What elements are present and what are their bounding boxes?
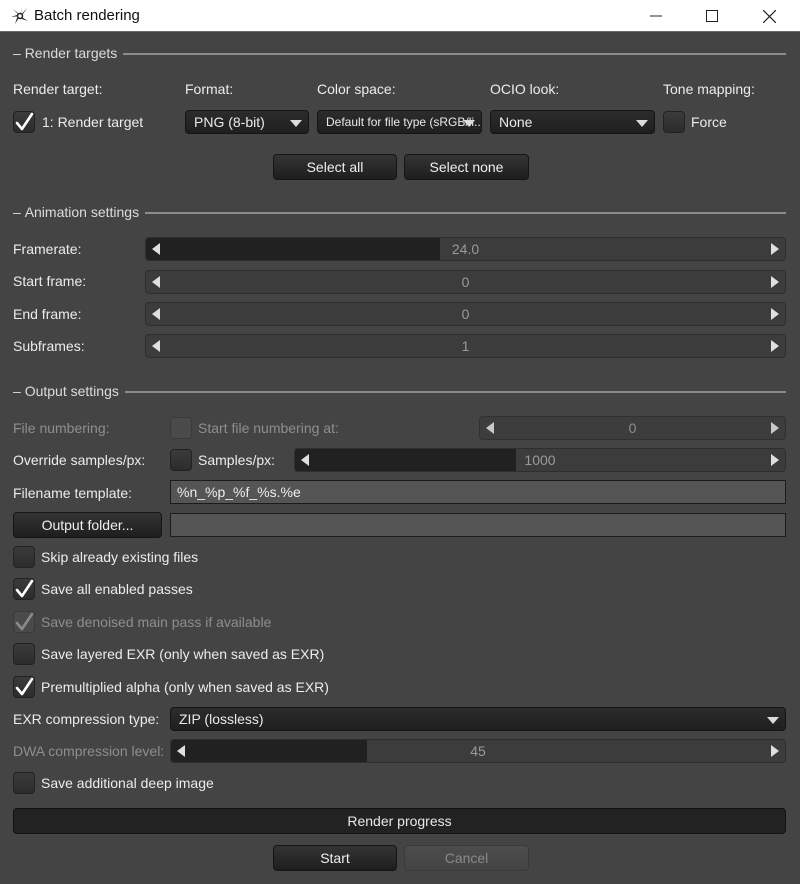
render-target-name: 1: Render target — [42, 114, 144, 130]
force-tone-mapping-checkbox[interactable] — [663, 111, 685, 133]
save-denoised-checkbox[interactable] — [13, 611, 35, 633]
checkmark-icon — [15, 612, 34, 631]
format-header: Format: — [185, 81, 234, 97]
filename-template-input[interactable]: %n_%p_%f_%s.%e — [170, 480, 786, 504]
decrement-arrow-icon[interactable] — [152, 276, 160, 288]
file-numbering-label: File numbering: — [13, 420, 110, 436]
output-folder-input[interactable] — [170, 513, 786, 537]
end-frame-slider[interactable]: 0 — [145, 302, 786, 326]
skip-existing-checkbox[interactable] — [13, 546, 35, 568]
increment-arrow-icon[interactable] — [771, 745, 779, 757]
samples-px-slider[interactable]: 1000 — [294, 448, 786, 472]
increment-arrow-icon[interactable] — [771, 340, 779, 352]
chevron-down-icon — [463, 120, 475, 127]
save-all-passes-checkbox[interactable] — [13, 578, 35, 600]
animation-section-title: – Animation settings — [13, 204, 786, 220]
minimize-icon — [650, 15, 662, 17]
octane-logo-icon — [11, 7, 28, 24]
exr-compression-label: EXR compression type: — [13, 711, 160, 727]
end-frame-label: End frame: — [13, 306, 82, 322]
format-dropdown[interactable]: PNG (8-bit) — [185, 110, 309, 134]
increment-arrow-icon[interactable] — [771, 308, 779, 320]
premultiplied-alpha-label: Premultiplied alpha (only when saved as … — [41, 679, 329, 695]
samples-px-label: Samples/px: — [198, 452, 276, 468]
title-bar: Batch rendering — [0, 0, 800, 32]
cancel-button[interactable]: Cancel — [404, 845, 529, 871]
render-target-checkbox[interactable] — [13, 111, 35, 133]
chevron-down-icon — [636, 120, 648, 127]
subframes-slider[interactable]: 1 — [145, 334, 786, 358]
minimize-button[interactable] — [633, 0, 679, 32]
start-frame-label: Start frame: — [13, 273, 87, 289]
framerate-label: Framerate: — [13, 241, 82, 257]
force-label: Force — [691, 114, 727, 130]
decrement-arrow-icon[interactable] — [301, 454, 309, 466]
save-all-passes-label: Save all enabled passes — [41, 581, 193, 597]
render-targets-section-title: – Render targets — [13, 45, 786, 61]
slider-value: 0 — [461, 306, 470, 322]
close-icon — [762, 9, 776, 23]
select-all-button[interactable]: Select all — [273, 154, 397, 180]
chevron-down-icon — [767, 717, 779, 724]
slider-value: 1000 — [524, 452, 556, 468]
start-file-numbering-checkbox[interactable] — [170, 417, 192, 439]
decrement-arrow-icon[interactable] — [177, 745, 185, 757]
output-section-title: – Output settings — [13, 383, 786, 399]
checkmark-icon — [15, 112, 34, 131]
dwa-level-slider[interactable]: 45 — [170, 739, 786, 763]
checkmark-icon — [15, 579, 34, 598]
maximize-button[interactable] — [689, 0, 735, 32]
render-target-header: Render target: — [13, 81, 103, 97]
filename-template-label: Filename template: — [13, 485, 133, 501]
dwa-level-label: DWA compression level: — [13, 743, 165, 759]
slider-value: 45 — [470, 743, 486, 759]
maximize-icon — [706, 10, 718, 22]
slider-value: 24.0 — [451, 241, 480, 257]
select-none-button[interactable]: Select none — [404, 154, 529, 180]
start-file-numbering-label: Start file numbering at: — [198, 420, 339, 436]
decrement-arrow-icon[interactable] — [152, 243, 160, 255]
increment-arrow-icon[interactable] — [771, 276, 779, 288]
slider-value: 0 — [628, 420, 637, 436]
increment-arrow-icon[interactable] — [771, 422, 779, 434]
save-denoised-label: Save denoised main pass if available — [41, 614, 272, 630]
save-layered-exr-label: Save layered EXR (only when saved as EXR… — [41, 646, 325, 662]
render-progress-bar: Render progress — [13, 808, 786, 834]
window-title: Batch rendering — [34, 7, 140, 24]
deep-image-checkbox[interactable] — [13, 772, 35, 794]
slider-value: 1 — [461, 338, 470, 354]
subframes-label: Subframes: — [13, 338, 85, 354]
deep-image-label: Save additional deep image — [41, 775, 214, 791]
decrement-arrow-icon[interactable] — [152, 308, 160, 320]
start-file-numbering-slider[interactable]: 0 — [479, 416, 786, 440]
output-folder-button[interactable]: Output folder... — [13, 512, 162, 538]
chevron-down-icon — [290, 120, 302, 127]
render-progress-label: Render progress — [347, 813, 452, 829]
slider-value: 0 — [461, 274, 470, 290]
tone-mapping-header: Tone mapping: — [663, 81, 755, 97]
override-samples-checkbox[interactable] — [170, 449, 192, 471]
exr-compression-dropdown[interactable]: ZIP (lossless) — [170, 707, 786, 731]
framerate-slider[interactable]: 24.0 — [145, 237, 786, 261]
ocio-look-header: OCIO look: — [490, 81, 560, 97]
increment-arrow-icon[interactable] — [771, 243, 779, 255]
color-space-dropdown[interactable]: Default for file type (sRGB/li... — [317, 110, 482, 134]
override-samples-label: Override samples/px: — [13, 452, 146, 468]
ocio-look-dropdown[interactable]: None — [490, 110, 655, 134]
premultiplied-alpha-checkbox[interactable] — [13, 676, 35, 698]
decrement-arrow-icon[interactable] — [152, 340, 160, 352]
skip-existing-label: Skip already existing files — [41, 549, 199, 565]
color-space-header: Color space: — [317, 81, 396, 97]
close-button[interactable] — [746, 0, 792, 32]
decrement-arrow-icon[interactable] — [486, 422, 494, 434]
start-frame-slider[interactable]: 0 — [145, 270, 786, 294]
increment-arrow-icon[interactable] — [771, 454, 779, 466]
start-button[interactable]: Start — [273, 845, 397, 871]
save-layered-exr-checkbox[interactable] — [13, 643, 35, 665]
checkmark-icon — [15, 677, 34, 696]
